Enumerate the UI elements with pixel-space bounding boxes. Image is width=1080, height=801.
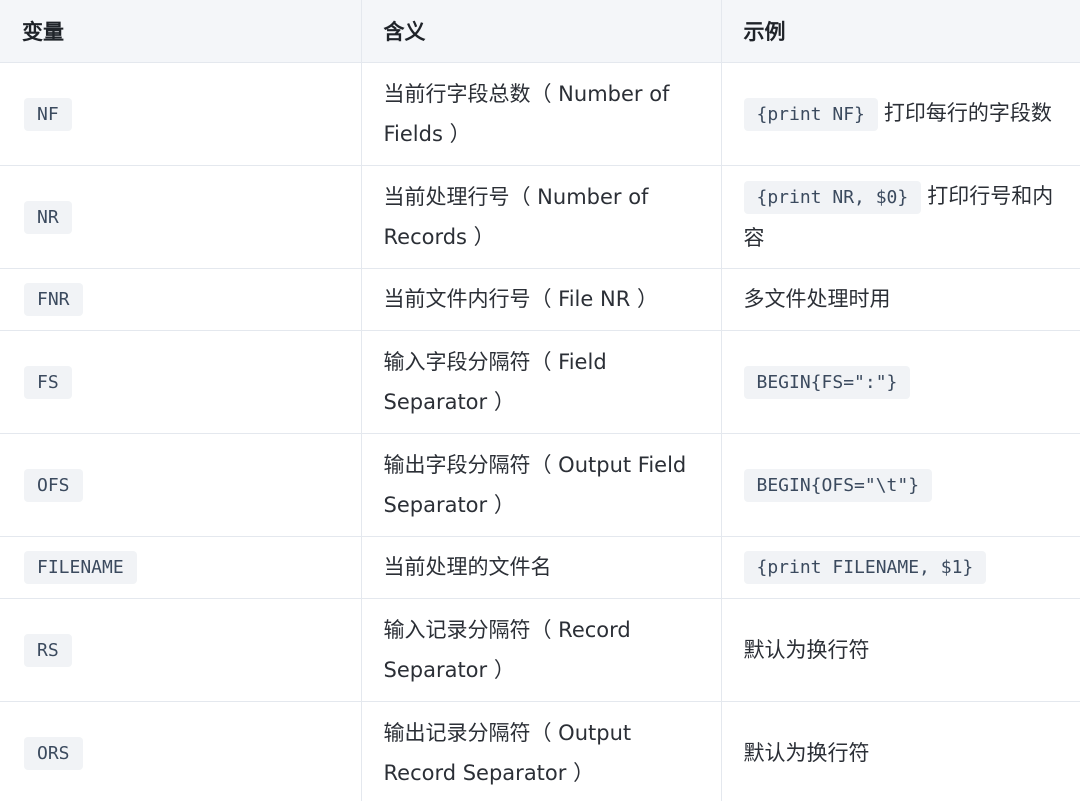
variable-code: NF	[24, 97, 72, 131]
example-code: BEGIN{FS=":"}	[743, 365, 911, 399]
example-text: 多文件处理时用	[743, 287, 891, 311]
example-code: {print NR, $0}	[743, 180, 922, 214]
meaning-cell: 输出字段分隔符（ Output Field Separator ）	[361, 433, 722, 537]
header-meaning: 含义	[361, 0, 722, 63]
example-cell: BEGIN{OFS="\t"}	[721, 433, 1080, 537]
table-row: FNR 当前文件内行号（ File NR ） 多文件处理时用	[0, 268, 1080, 331]
example-code: BEGIN{OFS="\t"}	[743, 468, 933, 502]
header-example: 示例	[721, 0, 1080, 63]
example-cell: 多文件处理时用	[721, 268, 1080, 331]
example-cell: {print NR, $0} 打印行号和内容	[721, 165, 1080, 269]
meaning-cell: 输入记录分隔符（ Record Separator ）	[361, 598, 722, 702]
example-cell: 默认为换行符	[721, 598, 1080, 702]
variable-code: OFS	[24, 468, 83, 502]
example-code: {print NF}	[743, 97, 878, 131]
table-row: ORS 输出记录分隔符（ Output Record Separator ） 默…	[0, 701, 1080, 801]
table-header-row: 变量 含义 示例	[0, 0, 1080, 63]
table-row: OFS 输出字段分隔符（ Output Field Separator ） BE…	[0, 433, 1080, 537]
example-text: 默认为换行符	[743, 637, 870, 662]
example-text: 默认为换行符	[743, 740, 870, 765]
example-cell: {print FILENAME, $1}	[721, 536, 1080, 599]
example-code: {print FILENAME, $1}	[743, 551, 987, 584]
meaning-cell: 输出记录分隔符（ Output Record Separator ）	[361, 701, 722, 801]
meaning-cell: 当前行字段总数（ Number of Fields ）	[361, 62, 722, 166]
meaning-cell: 当前处理的文件名	[361, 536, 722, 599]
example-cell: {print NF} 打印每行的字段数	[721, 62, 1080, 166]
variable-code: NR	[24, 200, 72, 234]
example-cell: BEGIN{FS=":"}	[721, 330, 1080, 434]
table-row: FILENAME 当前处理的文件名 {print FILENAME, $1}	[0, 536, 1080, 599]
table-row: RS 输入记录分隔符（ Record Separator ） 默认为换行符	[0, 598, 1080, 702]
variable-code: FILENAME	[24, 551, 137, 584]
variable-code: ORS	[24, 736, 83, 770]
meaning-cell: 当前处理行号（ Number of Records ）	[361, 165, 722, 269]
meaning-cell: 输入字段分隔符（ Field Separator ）	[361, 330, 722, 434]
header-variable: 变量	[0, 0, 362, 63]
variable-code: FNR	[24, 283, 83, 316]
variable-code: RS	[24, 633, 72, 667]
table-row: NR 当前处理行号（ Number of Records ） {print NR…	[0, 165, 1080, 269]
variables-table: 变量 含义 示例 NF 当前行字段总数（ Number of Fields ） …	[0, 0, 1080, 801]
table-row: FS 输入字段分隔符（ Field Separator ） BEGIN{FS="…	[0, 330, 1080, 434]
example-cell: 默认为换行符	[721, 701, 1080, 801]
meaning-cell: 当前文件内行号（ File NR ）	[361, 268, 722, 331]
table-row: NF 当前行字段总数（ Number of Fields ） {print NF…	[0, 62, 1080, 166]
variable-code: FS	[24, 365, 72, 399]
example-text: 打印每行的字段数	[883, 100, 1052, 125]
